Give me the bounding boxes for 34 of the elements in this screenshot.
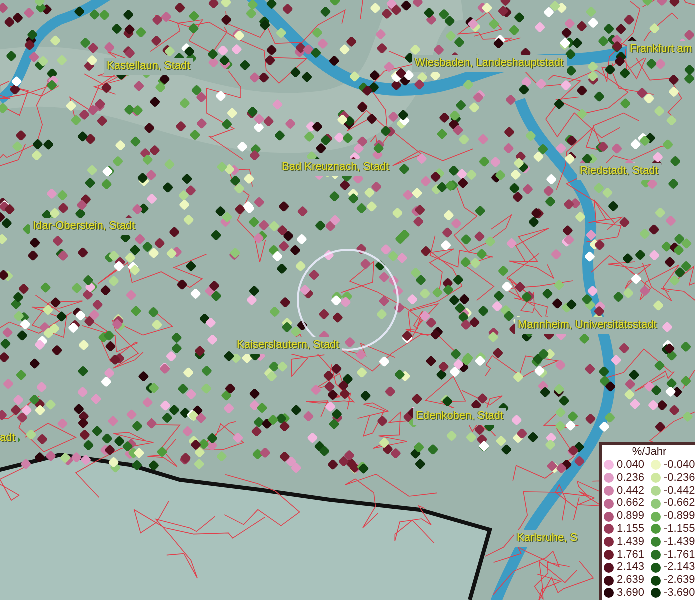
place-label: Mannheim, Universitätsstadt xyxy=(518,319,657,332)
place-label: Kaiserslautern, Stadt xyxy=(237,339,340,352)
legend-value: -2.143 xyxy=(664,561,695,574)
legend-value: -1.439 xyxy=(664,536,695,549)
legend-value: 0.662 xyxy=(617,497,646,510)
legend-value: 1.761 xyxy=(617,548,646,562)
legend-value: 0.442 xyxy=(617,484,646,498)
legend-value: -3.690 xyxy=(664,586,695,600)
legend-title: %/Jahr xyxy=(631,446,668,459)
legend-value: -0.442 xyxy=(664,484,695,498)
legend-value: -0.040 xyxy=(664,459,695,472)
legend-value: 0.236 xyxy=(617,472,646,485)
legend-value: -0.236 xyxy=(664,472,695,485)
legend-value: 0.899 xyxy=(617,510,646,523)
legend-value: 3.690 xyxy=(617,586,646,600)
place-label: Bad Kreuznach, Stadt xyxy=(282,161,390,174)
place-label: Edenkoben, Stadt xyxy=(416,410,504,423)
place-label: Karlsruhe, S xyxy=(517,532,578,545)
legend-value: 1.155 xyxy=(617,522,646,536)
legend-value: -2.639 xyxy=(664,574,695,587)
place-label: Frankfurt am xyxy=(630,43,692,56)
legend-value: 0.040 xyxy=(617,459,646,472)
legend-value: -0.899 xyxy=(664,510,695,523)
legend-value: 1.439 xyxy=(617,536,646,549)
place-label: Kastellaun, Stadt xyxy=(107,60,190,73)
place-label: Wiesbaden, Landeshauptstadt xyxy=(415,57,564,70)
legend-value: 2.143 xyxy=(617,561,646,574)
legend-value: 2.639 xyxy=(617,574,646,587)
place-label: adt xyxy=(0,432,16,445)
legend-value: -0.662 xyxy=(664,497,695,510)
legend-value: -1.155 xyxy=(664,522,695,536)
place-label: Idar-Oberstein, Stadt xyxy=(33,220,136,233)
place-label: Riedstadt, Stadt xyxy=(580,165,658,178)
legend-value: -1.761 xyxy=(664,548,695,562)
